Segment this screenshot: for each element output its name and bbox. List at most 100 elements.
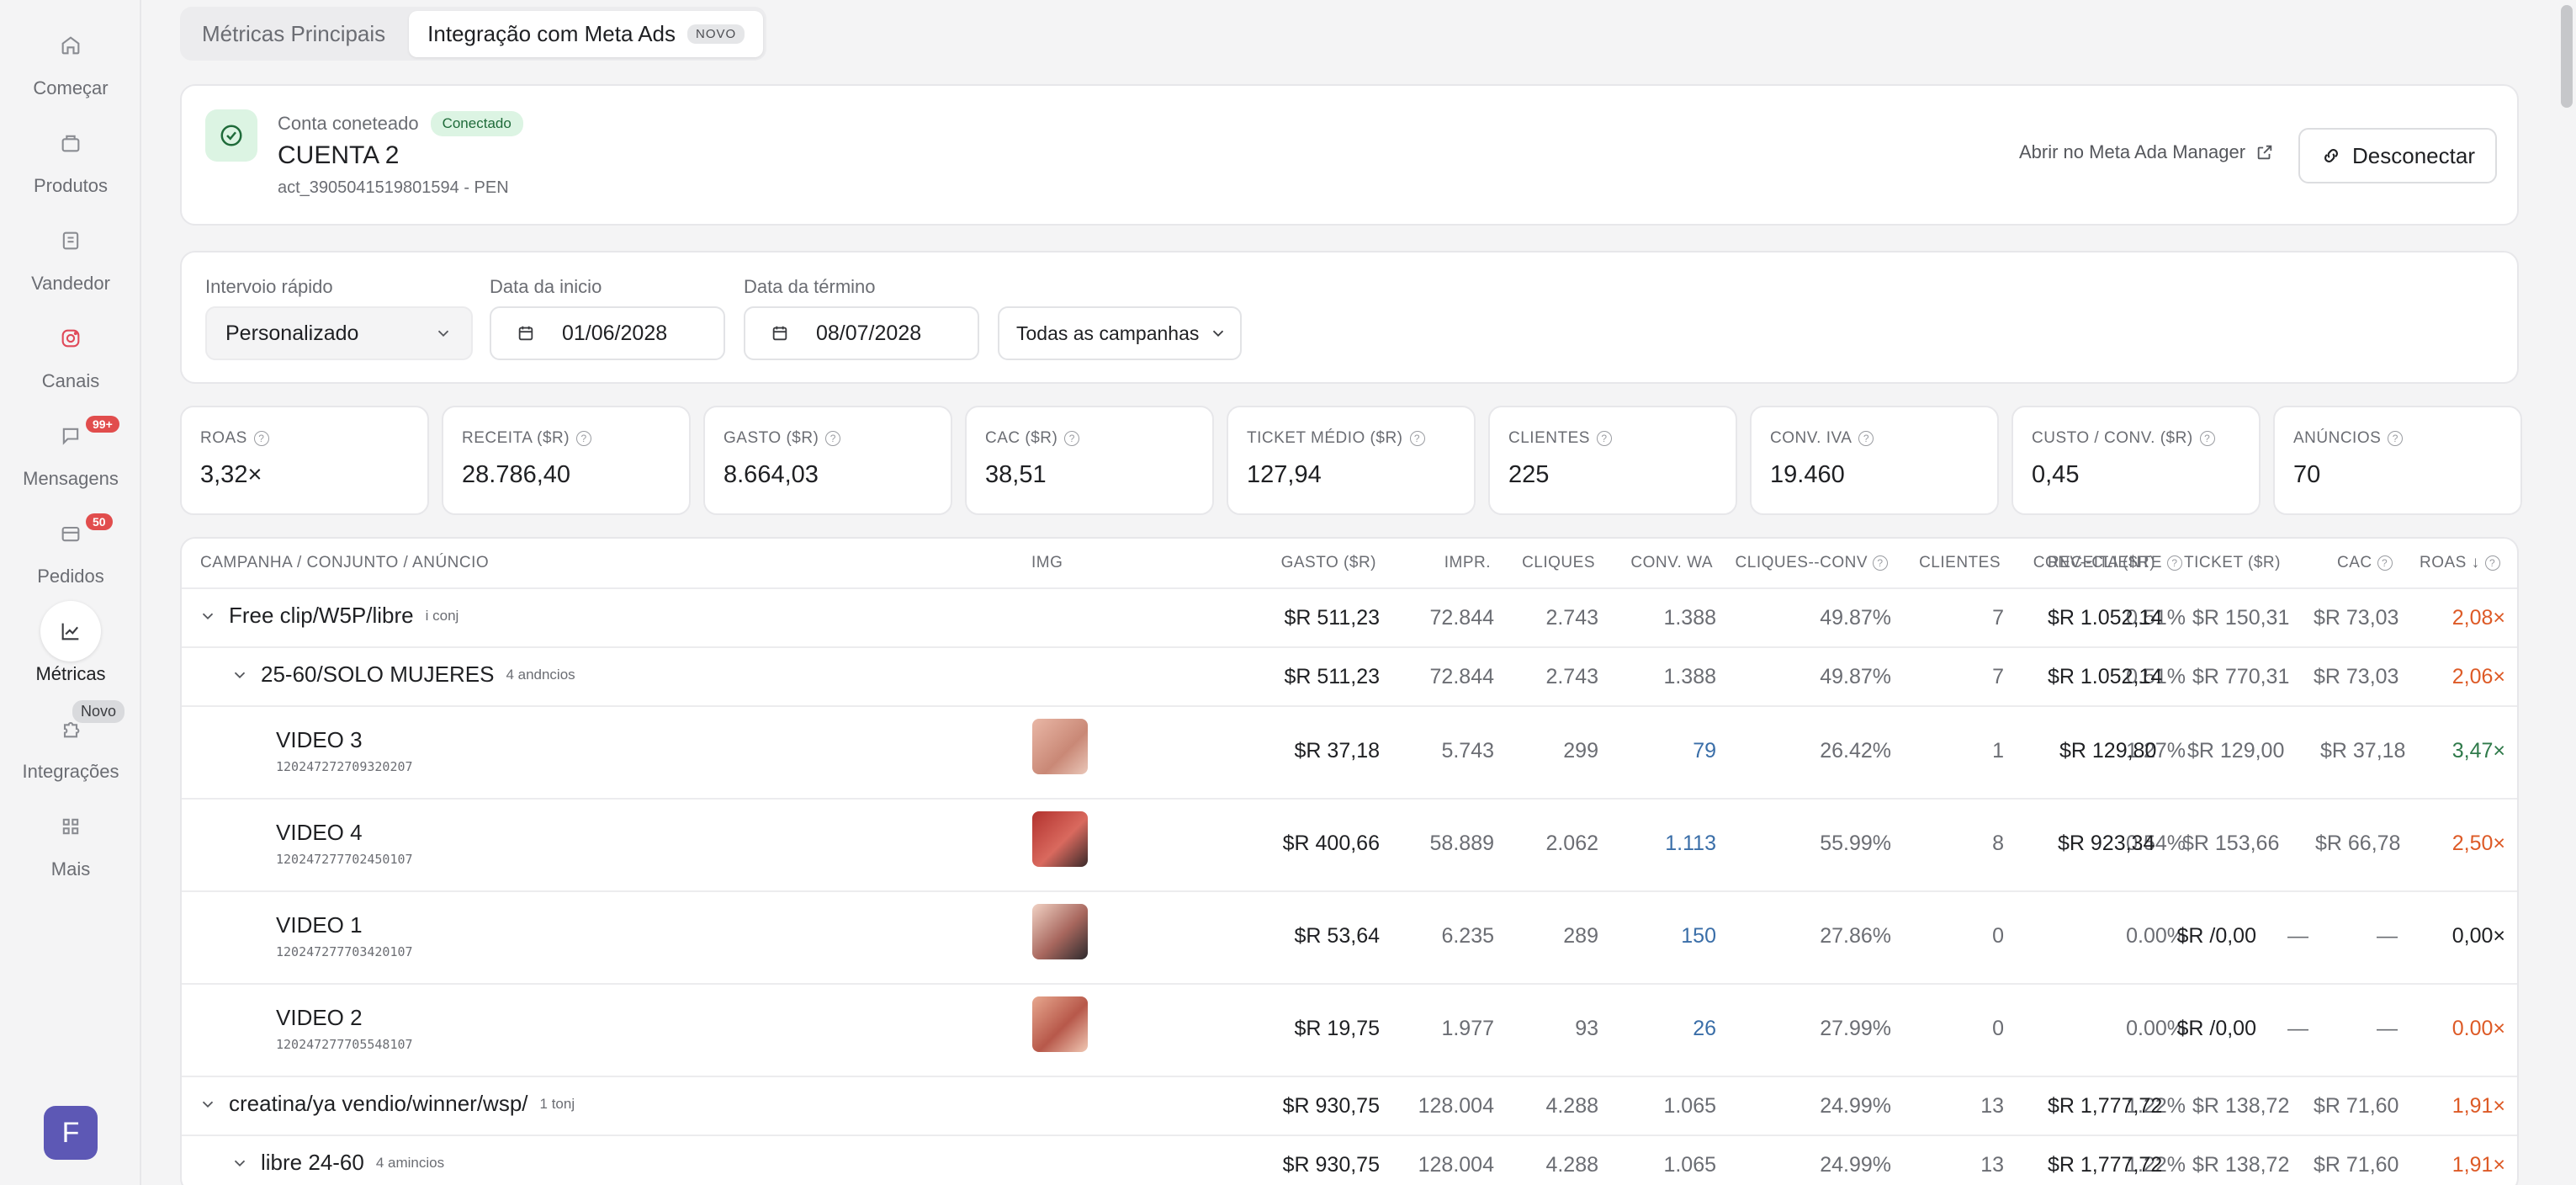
help-icon[interactable]: ? — [576, 431, 592, 446]
cell-conv: 150 — [1681, 924, 1716, 948]
cell-conv: 1.113 — [1665, 832, 1716, 855]
chevron-down-icon[interactable] — [231, 666, 249, 684]
cell-roas: 1,91× — [2451, 1153, 2505, 1177]
help-icon[interactable]: ? — [1858, 431, 1874, 446]
cell-impr: 128.004 — [1418, 1153, 1494, 1177]
cell-ticket: $R 153,66 — [2182, 832, 2280, 855]
end-label: Data da término — [744, 276, 876, 297]
help-icon[interactable]: ? — [1596, 431, 1612, 446]
ad-id: 120247277705548107 — [276, 1037, 413, 1052]
table-row[interactable]: VIDEO 1 120247277703420107 $R 53,64 6.23… — [182, 890, 2517, 983]
meta-manager-link[interactable]: Abrir no Meta Ada Manager — [2019, 141, 2274, 163]
help-icon[interactable]: ? — [1409, 431, 1425, 446]
table-row[interactable]: 25-60/SOLO MUJERES 4 andncios $R 511,23 7… — [182, 646, 2517, 705]
stat-card-cac: CAC ($R)? 38,51 — [965, 406, 1214, 515]
table-row[interactable]: VIDEO 2 120247277705548107 $R 19,75 1.97… — [182, 983, 2517, 1076]
col-roas[interactable]: ROAS ↓? — [2420, 554, 2500, 572]
help-icon[interactable]: ? — [2199, 431, 2215, 446]
table-row[interactable]: libre 24-60 4 amincios $R 930,75 128.004 … — [182, 1135, 2517, 1185]
end-date-field[interactable]: 08/07/2028 — [744, 306, 979, 360]
col-gasto[interactable]: GASTO ($R) — [1281, 554, 1376, 572]
help-icon[interactable]: ? — [2167, 555, 2182, 571]
ad-id: 120247277703420107 — [276, 944, 413, 959]
col-cac[interactable]: CAC? — [2337, 554, 2393, 572]
ad-thumbnail[interactable] — [1032, 996, 1088, 1052]
range-select[interactable]: Personalizado — [205, 306, 473, 360]
stat-label-text: RECEITA ($R) — [462, 429, 570, 447]
cell-roas: 1,91× — [2451, 1094, 2505, 1118]
sidebar-item-comecar[interactable]: Começar — [0, 15, 141, 99]
cell-impr: 6.235 — [1441, 924, 1494, 948]
disconnect-button[interactable]: Desconectar — [2298, 128, 2497, 183]
box-icon — [40, 113, 101, 173]
col-cliques-conv[interactable]: CLIQUES--CONV? — [1736, 554, 1888, 572]
avatar[interactable]: F — [44, 1106, 98, 1160]
stat-card-clientes: CLIENTES? 225 — [1488, 406, 1737, 515]
col-receita[interactable]: RECEITA ($R) — [2048, 554, 2155, 572]
chevron-down-icon[interactable] — [199, 607, 217, 625]
sidebar-item-mais[interactable]: Mais — [0, 796, 141, 880]
cell-roas: 0.00× — [2451, 1017, 2505, 1040]
table-row[interactable]: Free clip/W5P/libre i conj $R 511,23 72.8… — [182, 587, 2517, 646]
ad-id: 120247272709320207 — [276, 759, 413, 774]
ad-name: VIDEO 4 — [276, 820, 363, 845]
page-scrollbar[interactable] — [2557, 0, 2576, 1185]
help-icon[interactable]: ? — [2388, 431, 2404, 446]
tab-integracao-meta[interactable]: Integração com Meta Ads NOVO — [409, 10, 764, 57]
cell-cac: — — [2377, 1017, 2398, 1040]
ad-thumbnail[interactable] — [1032, 719, 1088, 774]
stat-card-anuncios: ANÚNCIOS? 70 — [2273, 406, 2522, 515]
cell-clientes: 8 — [1992, 832, 2004, 855]
table-row[interactable]: VIDEO 4 120247277702450107 $R 400,66 58.… — [182, 798, 2517, 890]
stat-label-text: CUSTO / CONV. ($R) — [2032, 429, 2193, 447]
table-row[interactable]: VIDEO 3 120247272709320207 $R 37,18 5.74… — [182, 705, 2517, 798]
ad-thumbnail[interactable] — [1032, 811, 1088, 867]
help-icon[interactable]: ? — [1873, 555, 1888, 571]
sidebar-item-produtos[interactable]: Produtos — [0, 113, 141, 197]
row-subtitle: i conj — [425, 607, 459, 624]
sidebar-label: Mais — [50, 858, 91, 879]
tab-label: Métricas Principais — [202, 20, 386, 46]
col-cliques[interactable]: CLIQUES — [1522, 554, 1595, 572]
scrollbar-thumb[interactable] — [2561, 5, 2573, 108]
end-date-value: 08/07/2028 — [816, 321, 922, 345]
start-date-field[interactable]: 01/06/2028 — [490, 306, 725, 360]
sidebar: Começar Produtos Vandedor Canais Mensage… — [0, 0, 141, 1185]
tab-metricas-principais[interactable]: Métricas Principais — [183, 11, 404, 57]
help-icon[interactable]: ? — [1064, 431, 1080, 446]
table-row[interactable]: creatina/ya vendio/winner/wsp/1 tonj $R … — [182, 1076, 2517, 1135]
help-icon[interactable]: ? — [825, 431, 841, 446]
cell-ticket: $R 150,31 — [2192, 606, 2290, 630]
ad-thumbnail[interactable] — [1032, 904, 1088, 959]
col-conv[interactable]: CONV. WA — [1630, 554, 1713, 572]
col-ticket[interactable]: TICKET ($R) — [2184, 554, 2281, 572]
sidebar-item-pedidos[interactable]: Pedidos 50 — [0, 503, 141, 587]
new-badge: NOVO — [687, 24, 745, 44]
sidebar-item-canais[interactable]: Canais — [0, 308, 141, 392]
chevron-down-icon[interactable] — [231, 1154, 249, 1172]
sidebar-item-integracoes[interactable]: Integrações — [0, 699, 141, 783]
cell-cliques-conv: 27.99% — [1820, 1017, 1891, 1040]
sidebar-item-metricas[interactable]: Métricas Novo — [0, 601, 141, 723]
stat-label-text: ROAS — [200, 429, 247, 447]
cell-gasto: $R 53,64 — [1294, 924, 1380, 948]
help-icon[interactable]: ? — [2377, 555, 2393, 571]
sidebar-item-vandedor[interactable]: Vandedor — [0, 210, 141, 295]
range-value: Personalizado — [225, 321, 359, 345]
sidebar-item-mensagens[interactable]: Mensagens 99+ — [0, 406, 141, 490]
cell-receita: $R /0,00 — [2176, 924, 2256, 948]
col-impr[interactable]: IMPR. — [1444, 554, 1491, 572]
cell-receita: $R /0,00 — [2176, 1017, 2256, 1040]
help-icon[interactable]: ? — [2484, 555, 2500, 571]
chevron-down-icon[interactable] — [199, 1095, 217, 1113]
check-circle-icon — [205, 109, 257, 162]
cell-cac: — — [2377, 924, 2398, 948]
campaigns-select[interactable]: Todas as campanhas — [998, 306, 1242, 360]
help-icon[interactable]: ? — [253, 431, 269, 446]
stat-label-text: GASTO ($R) — [724, 429, 819, 447]
col-campaign[interactable]: CAMPANHA / CONJUNTO / ANÚNCIO — [200, 554, 489, 572]
calendar-icon — [518, 326, 533, 341]
cell-conv: 1.065 — [1663, 1153, 1716, 1177]
col-clientes[interactable]: CLIENTES — [1919, 554, 2001, 572]
cell-cac: $R 37,18 — [2320, 739, 2406, 763]
